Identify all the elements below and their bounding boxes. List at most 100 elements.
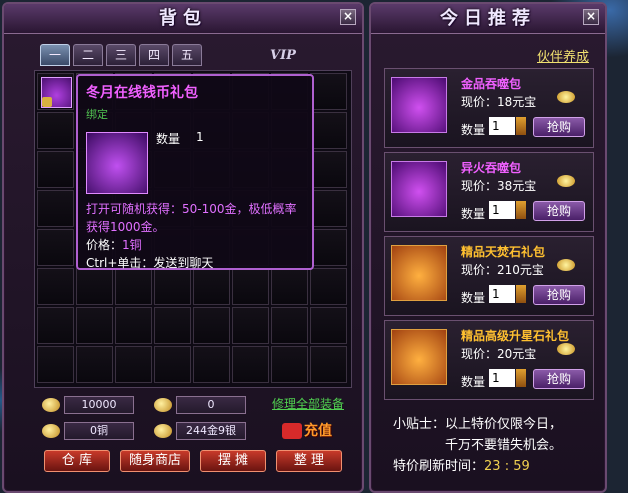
qty-spinner[interactable] — [516, 369, 526, 387]
rec-qty-label: 数量 — [461, 375, 486, 389]
copper-coin-icon — [42, 424, 60, 438]
bag-slot[interactable] — [193, 307, 230, 344]
rec-qty-label: 数量 — [461, 291, 486, 305]
gift-box-icon — [86, 132, 148, 194]
gift-box-icon — [41, 77, 72, 108]
bag-slot[interactable] — [271, 346, 308, 383]
rec-item-4: 精品高级升星石礼包 现价：20元宝 数量 1 抢购 — [384, 320, 594, 400]
portable-shop-button[interactable]: 随身商店 — [120, 450, 190, 472]
bag-slot[interactable] — [193, 346, 230, 383]
bag-slot[interactable] — [310, 229, 347, 266]
rec-item-name: 精品天焚石礼包 — [461, 245, 546, 259]
gold-value: 0 — [176, 396, 246, 414]
money-total: 244金9银 — [154, 422, 246, 440]
tooltip-ctrl-hint: Ctrl+单击：发送到聊天 — [86, 256, 214, 270]
rec-item-name: 精品高级升星石礼包 — [461, 329, 570, 343]
bag-tab-4[interactable]: 四 — [139, 44, 169, 66]
rec-qty-label: 数量 — [461, 207, 486, 221]
bag-slot[interactable] — [37, 190, 74, 227]
bag-slot[interactable] — [154, 307, 191, 344]
bag-slot[interactable] — [76, 346, 113, 383]
rec-item-3: 精品天焚石礼包 现价：210元宝 数量 1 抢购 — [384, 236, 594, 316]
recharge-button[interactable]: 充值 — [282, 420, 332, 440]
bag-slot[interactable] — [310, 307, 347, 344]
rec-item-price: 现价：38元宝 — [461, 179, 537, 193]
buy-button[interactable]: 抢购 — [533, 201, 585, 221]
refresh-time: 23 : 59 — [484, 459, 530, 474]
partner-develop-link[interactable]: 伙伴养成 — [537, 46, 589, 65]
rec-item-price: 现价：18元宝 — [461, 95, 537, 109]
qty-spinner[interactable] — [516, 117, 526, 135]
bag-tab-vip[interactable]: VIP — [270, 48, 296, 63]
bag-slot[interactable] — [37, 229, 74, 266]
bag-close-button[interactable]: × — [340, 9, 356, 25]
gold-icon — [154, 398, 172, 412]
bag-slot[interactable] — [37, 268, 74, 305]
premium-gift-box-icon[interactable] — [391, 329, 447, 385]
bag-slot[interactable] — [232, 346, 269, 383]
rec-qty-input[interactable]: 1 — [489, 117, 515, 135]
bag-tabs: 一 二 三 四 五 — [40, 44, 202, 66]
rec-qty-input[interactable]: 1 — [489, 201, 515, 219]
bag-slot[interactable] — [310, 268, 347, 305]
bag-slot[interactable] — [271, 268, 308, 305]
tooltip-item-name: 冬月在线钱币礼包 — [86, 85, 198, 101]
bag-slot[interactable] — [37, 151, 74, 188]
stall-button[interactable]: 摆 摊 — [200, 450, 266, 472]
refresh-label: 特价刷新时间： — [393, 459, 485, 474]
tooltip-qty-label: 数量 — [156, 132, 181, 146]
bag-slot[interactable] — [37, 112, 74, 149]
bag-slot[interactable] — [76, 307, 113, 344]
tooltip-bound-label: 绑定 — [86, 108, 108, 121]
money-gold: 0 — [154, 396, 246, 414]
buy-button[interactable]: 抢购 — [533, 117, 585, 137]
refresh-line: 特价刷新时间：23 : 59 — [393, 456, 562, 477]
bag-slot[interactable] — [310, 190, 347, 227]
bag-slot[interactable] — [310, 73, 347, 110]
rec-item-name: 金品吞噬包 — [461, 77, 522, 91]
warehouse-button[interactable]: 仓 库 — [44, 450, 110, 472]
recommend-panel: 今日推荐 × 伙伴养成 金品吞噬包 现价：18元宝 数量 1 抢购 异火吞噬包 … — [369, 2, 607, 493]
buy-button[interactable]: 抢购 — [533, 285, 585, 305]
rec-qty-input[interactable]: 1 — [489, 369, 515, 387]
bag-slot[interactable] — [310, 151, 347, 188]
bag-tab-2[interactable]: 二 — [73, 44, 103, 66]
rec-qty-label: 数量 — [461, 123, 486, 137]
yuanbao-icon — [557, 259, 575, 271]
bag-slot[interactable] — [115, 346, 152, 383]
bag-slot[interactable] — [37, 346, 74, 383]
sort-button[interactable]: 整 理 — [276, 450, 342, 472]
bag-panel: 背包 × 一 二 三 四 五 VIP 10000 0 0铜 244金9银 修理全… — [2, 2, 364, 493]
bag-slot[interactable] — [232, 307, 269, 344]
bag-slot[interactable] — [76, 268, 113, 305]
bag-slot[interactable] — [115, 307, 152, 344]
gift-box-icon[interactable] — [391, 77, 447, 133]
bag-tab-3[interactable]: 三 — [106, 44, 136, 66]
bag-slot[interactable] — [310, 112, 347, 149]
bag-slot[interactable] — [154, 268, 191, 305]
bag-slot[interactable] — [271, 307, 308, 344]
recommend-close-button[interactable]: × — [583, 9, 599, 25]
bag-tab-5[interactable]: 五 — [172, 44, 202, 66]
bag-slot[interactable] — [37, 307, 74, 344]
rec-item-price: 现价：20元宝 — [461, 347, 537, 361]
bag-slot[interactable] — [310, 346, 347, 383]
bag-title: 背包 — [4, 4, 362, 34]
buy-button[interactable]: 抢购 — [533, 369, 585, 389]
tip-text: 小贴士：以上特价仅限今日， 千万不要错失机会。 特价刷新时间：23 : 59 — [393, 414, 562, 477]
bag-slot[interactable] — [115, 268, 152, 305]
bag-slot[interactable] — [37, 73, 74, 110]
bag-slot[interactable] — [232, 268, 269, 305]
copper-value: 0铜 — [64, 422, 134, 440]
item-tooltip: 冬月在线钱币礼包 绑定 数量 1 打开可随机获得：50-100金，极低概率获得1… — [76, 74, 314, 270]
premium-gift-box-icon[interactable] — [391, 245, 447, 301]
rec-qty-input[interactable]: 1 — [489, 285, 515, 303]
bag-slot[interactable] — [154, 346, 191, 383]
gift-box-icon[interactable] — [391, 161, 447, 217]
bag-tab-1[interactable]: 一 — [40, 44, 70, 66]
qty-spinner[interactable] — [516, 201, 526, 219]
qty-spinner[interactable] — [516, 285, 526, 303]
repair-all-link[interactable]: 修理全部装备 — [272, 395, 344, 412]
tooltip-price-label: 价格： — [86, 238, 123, 252]
bag-slot[interactable] — [193, 268, 230, 305]
